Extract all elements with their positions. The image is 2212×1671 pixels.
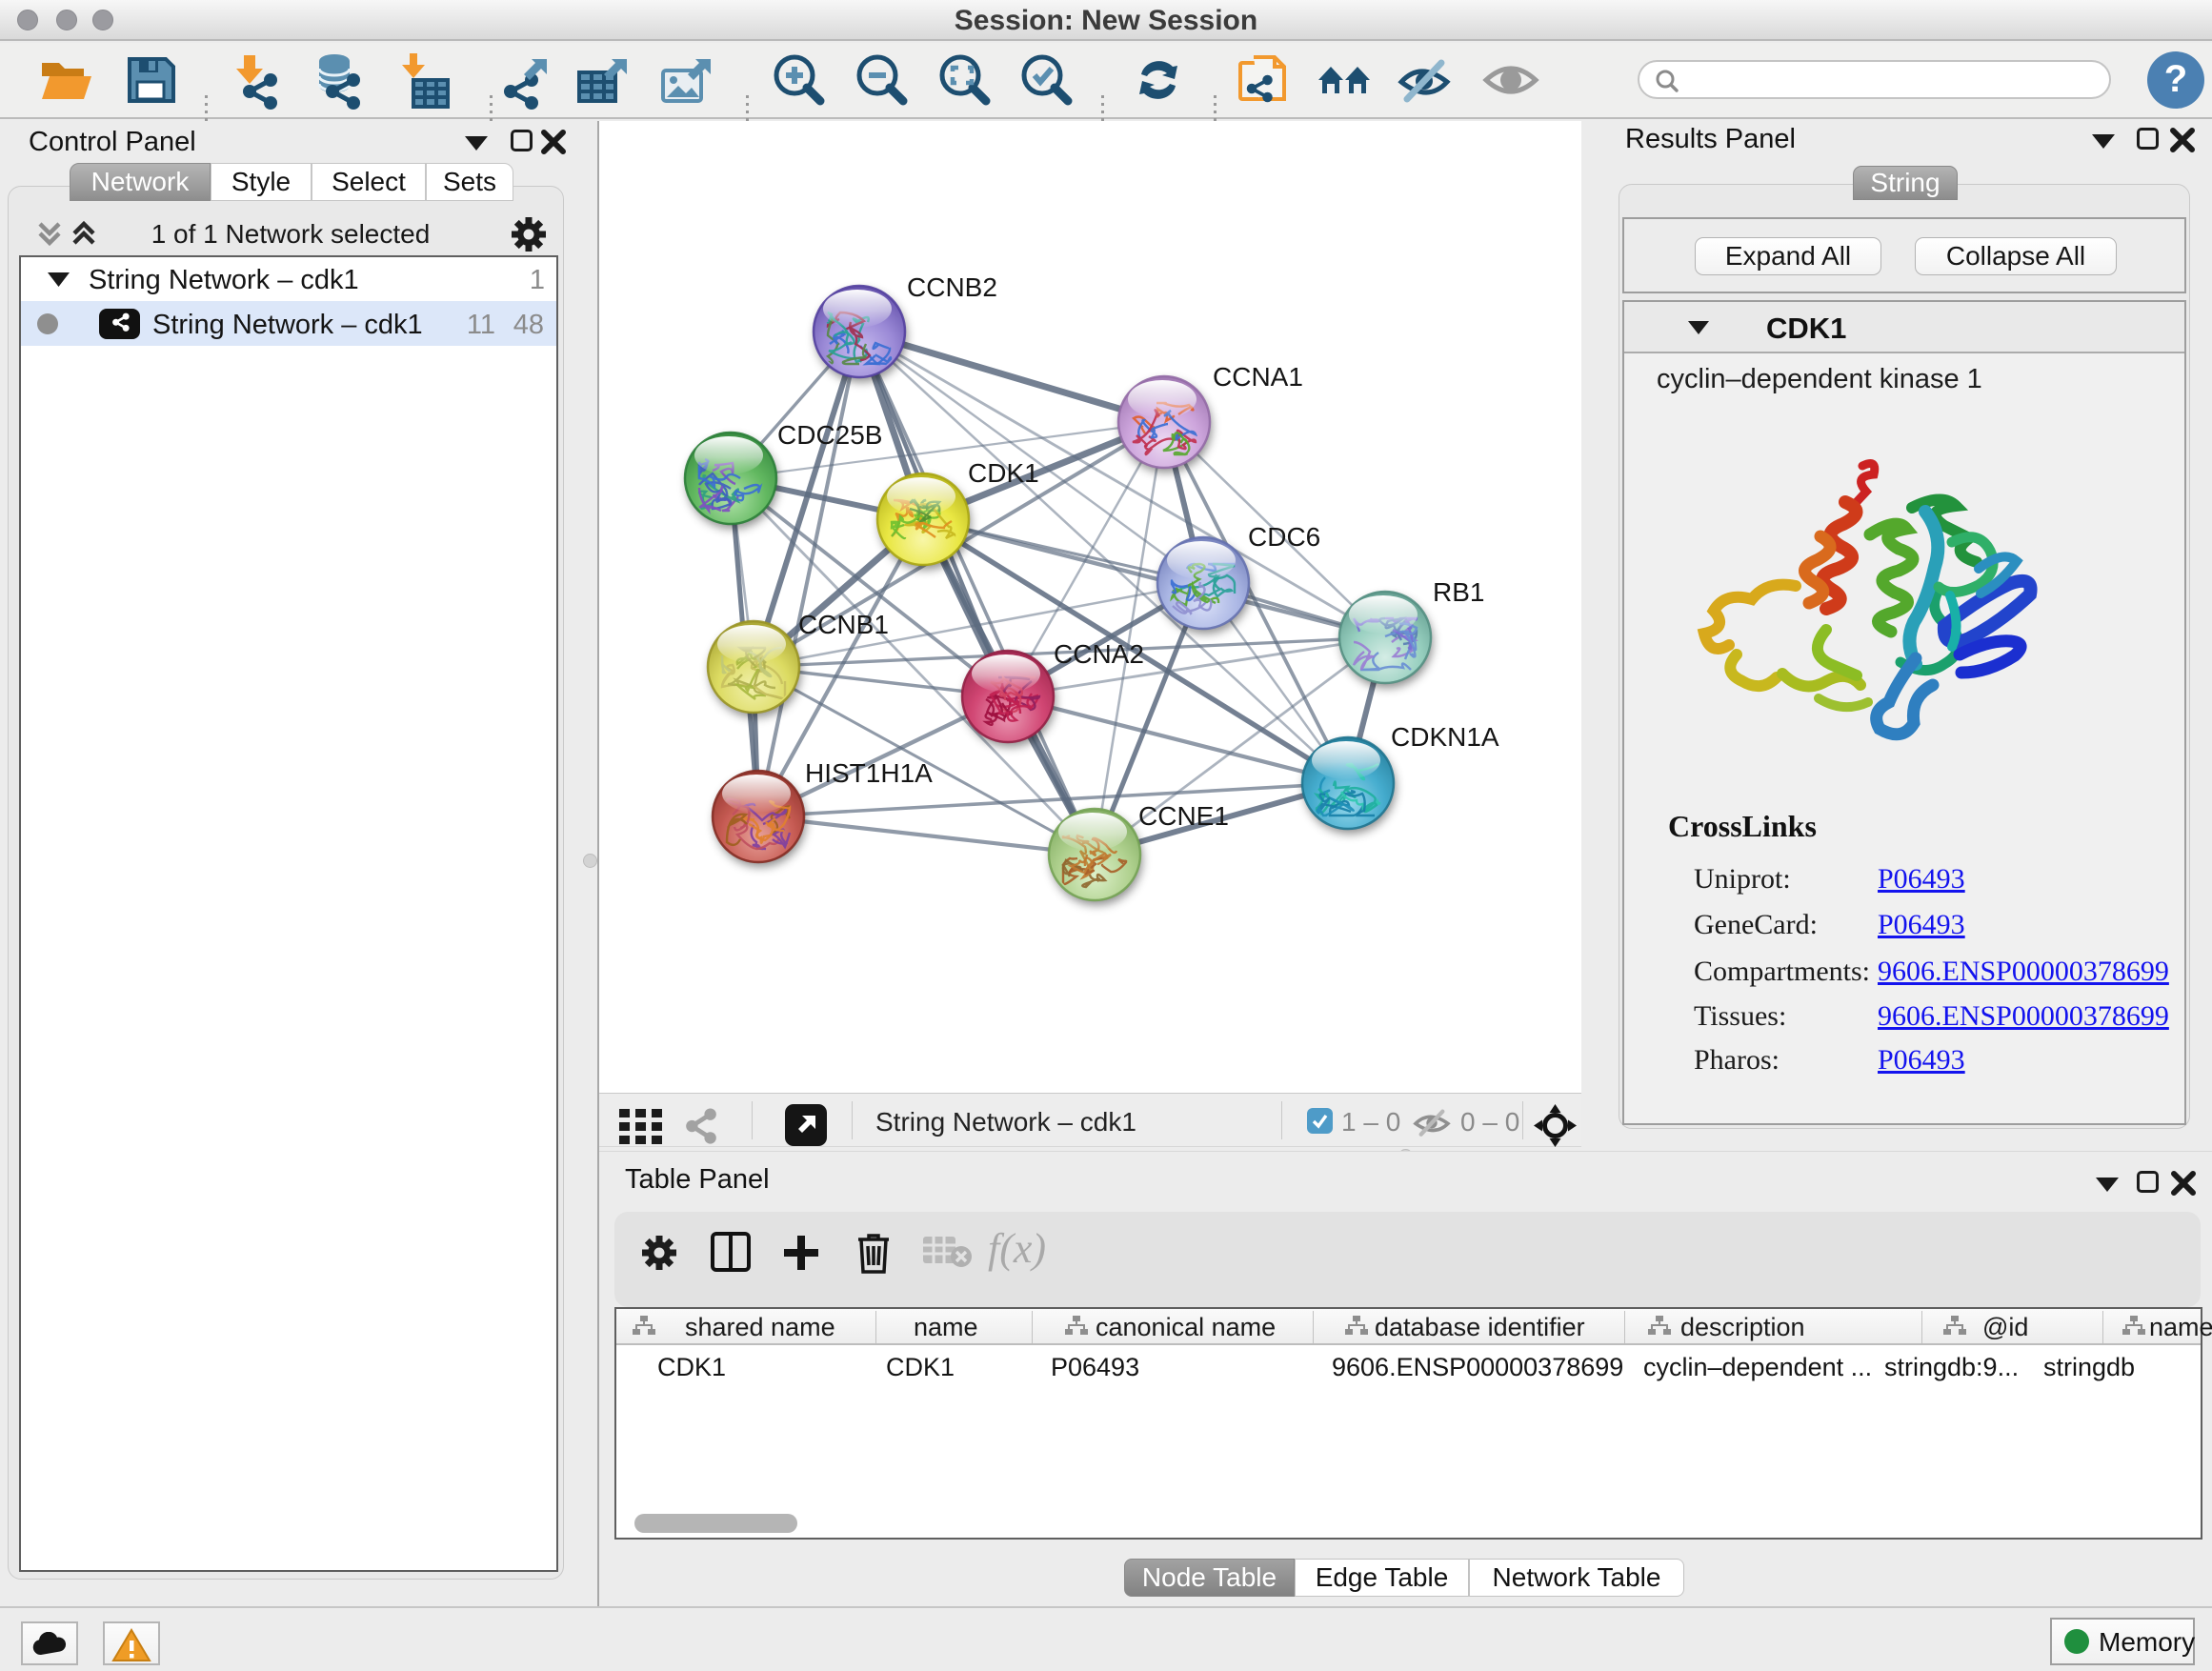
svg-text:CDK1: CDK1 xyxy=(968,458,1039,488)
svg-text:CDC25B: CDC25B xyxy=(777,420,882,450)
svg-text:CDC6: CDC6 xyxy=(1248,522,1320,552)
svg-text:CCNA2: CCNA2 xyxy=(1054,639,1144,669)
svg-text:CCNB1: CCNB1 xyxy=(798,610,889,639)
svg-text:HIST1H1A: HIST1H1A xyxy=(805,758,933,788)
svg-text:CCNA1: CCNA1 xyxy=(1213,362,1303,392)
svg-text:CDKN1A: CDKN1A xyxy=(1391,722,1499,752)
svg-text:RB1: RB1 xyxy=(1433,577,1484,607)
svg-text:CCNE1: CCNE1 xyxy=(1138,801,1229,831)
svg-text:CCNB2: CCNB2 xyxy=(907,272,997,302)
